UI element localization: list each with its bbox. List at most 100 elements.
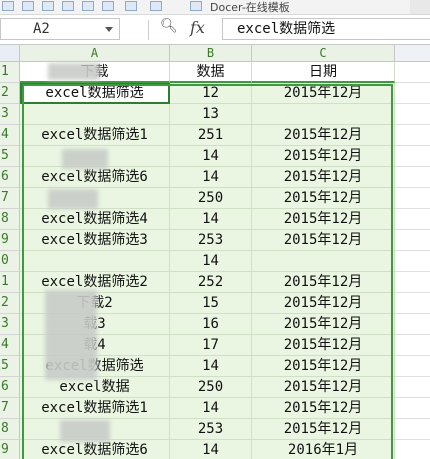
cell-a[interactable]: excel数据筛选1 (20, 398, 170, 419)
column-header-empty[interactable] (395, 45, 430, 62)
select-all-corner[interactable] (0, 45, 20, 62)
cell-b[interactable]: 14 (170, 440, 252, 459)
row-header[interactable]: 6 (0, 167, 20, 188)
fx-icon[interactable]: fx (190, 18, 205, 37)
cell-empty[interactable] (395, 356, 430, 377)
cell-c[interactable]: 2015年12月 (252, 188, 395, 209)
cell-c[interactable]: 2015年12月 (252, 314, 395, 335)
cell-c[interactable]: 2015年12月 (252, 419, 395, 440)
cell-empty[interactable] (395, 293, 430, 314)
cell-empty[interactable] (395, 440, 430, 459)
cell-b[interactable]: 14 (170, 251, 252, 272)
cell-empty[interactable] (395, 125, 430, 146)
cell-c[interactable] (252, 104, 395, 125)
app-menu-icon[interactable] (2, 1, 14, 11)
cell-b[interactable]: 252 (170, 272, 252, 293)
row-header[interactable]: 5 (0, 146, 20, 167)
cell-b[interactable]: 253 (170, 230, 252, 251)
row-header[interactable]: 5 (0, 356, 20, 377)
row-header[interactable]: 0 (0, 251, 20, 272)
cell-b[interactable]: 12 (170, 83, 252, 104)
cell-empty[interactable] (395, 167, 430, 188)
column-header-b[interactable]: B (170, 45, 252, 62)
docer-icon[interactable] (190, 1, 202, 11)
cell-c[interactable]: 2015年12月 (252, 83, 395, 104)
cell-a[interactable]: excel数据筛选1 (20, 125, 170, 146)
cell-c[interactable]: 2015年12月 (252, 230, 395, 251)
row-header[interactable]: 3 (0, 104, 20, 125)
row-header[interactable]: 7 (0, 188, 20, 209)
cell-a[interactable]: excel数据筛选6 (20, 440, 170, 459)
cell-empty[interactable] (395, 419, 430, 440)
print-icon[interactable] (42, 1, 54, 11)
undo-icon[interactable] (82, 1, 94, 11)
cell-empty[interactable] (395, 146, 430, 167)
row-header[interactable]: 2 (0, 83, 20, 104)
cell-empty[interactable] (395, 230, 430, 251)
cell-c[interactable]: 2015年12月 (252, 209, 395, 230)
save-icon[interactable] (22, 1, 34, 11)
cell-c[interactable]: 2015年12月 (252, 272, 395, 293)
row-header[interactable]: 7 (0, 398, 20, 419)
row-header[interactable]: 4 (0, 125, 20, 146)
row-header[interactable]: 2 (0, 293, 20, 314)
row-header[interactable]: 1 (0, 272, 20, 293)
help-icon[interactable] (150, 1, 162, 11)
cell-c[interactable]: 2015年12月 (252, 377, 395, 398)
cell-c[interactable]: 2016年1月 (252, 440, 395, 459)
cell-c[interactable]: 2015年12月 (252, 167, 395, 188)
cell-b[interactable]: 17 (170, 335, 252, 356)
cell-empty[interactable] (395, 398, 430, 419)
cell-b[interactable]: 251 (170, 125, 252, 146)
cell-b[interactable]: 14 (170, 356, 252, 377)
cell-empty[interactable] (395, 251, 430, 272)
cell-c[interactable]: 2015年12月 (252, 398, 395, 419)
row-header[interactable]: 3 (0, 314, 20, 335)
redo-icon[interactable] (102, 1, 114, 11)
row-header[interactable]: 9 (0, 230, 20, 251)
cell-c[interactable]: 2015年12月 (252, 356, 395, 377)
format-painter-icon[interactable] (125, 1, 137, 11)
cell-b1[interactable]: 数据 (170, 62, 252, 83)
row-header[interactable]: 9 (0, 440, 20, 459)
cell-a[interactable]: excel数据 (20, 377, 170, 398)
cell-b[interactable]: 13 (170, 104, 252, 125)
column-header-c[interactable]: C (252, 45, 395, 62)
preview-icon[interactable] (62, 1, 74, 11)
name-box[interactable]: A2 (0, 18, 120, 40)
cell-empty[interactable] (395, 377, 430, 398)
cell-b[interactable]: 14 (170, 398, 252, 419)
cell-empty[interactable] (395, 83, 430, 104)
cell-empty[interactable] (395, 272, 430, 293)
cell-a[interactable]: excel数据筛选3 (20, 230, 170, 251)
row-header[interactable]: 8 (0, 209, 20, 230)
cell-a[interactable]: excel数据筛选 (20, 83, 170, 104)
cell-b[interactable]: 250 (170, 188, 252, 209)
cell-a[interactable]: excel数据筛选6 (20, 167, 170, 188)
docer-tab-title[interactable]: Docer-在线模板 (210, 0, 290, 14)
cell-empty[interactable] (395, 104, 430, 125)
cell-a[interactable] (20, 104, 170, 125)
cell-b[interactable]: 14 (170, 167, 252, 188)
cell-b[interactable]: 250 (170, 377, 252, 398)
row-header[interactable]: 4 (0, 335, 20, 356)
cell-empty[interactable] (395, 188, 430, 209)
window-controls[interactable] (410, 0, 430, 14)
cell-b[interactable]: 14 (170, 146, 252, 167)
row-header[interactable]: 1 (0, 62, 20, 83)
cell-empty[interactable] (395, 335, 430, 356)
cell-b[interactable]: 15 (170, 293, 252, 314)
formula-input[interactable]: excel数据筛选 (222, 18, 430, 40)
cell-c[interactable]: 2015年12月 (252, 146, 395, 167)
column-header-a[interactable]: A (20, 45, 170, 62)
row-header[interactable]: 6 (0, 377, 20, 398)
cell-c[interactable]: 2015年12月 (252, 293, 395, 314)
cell-a[interactable] (20, 251, 170, 272)
cell-c1[interactable]: 日期 (252, 62, 395, 83)
cell-b[interactable]: 253 (170, 419, 252, 440)
spreadsheet-grid[interactable]: A B C 1 下载 数据 日期 2excel数据筛选122015年12月313… (0, 45, 430, 459)
chevron-down-icon[interactable] (105, 27, 113, 32)
cell-a[interactable]: excel数据筛选4 (20, 209, 170, 230)
cell-c[interactable] (252, 251, 395, 272)
cell-empty[interactable] (395, 209, 430, 230)
